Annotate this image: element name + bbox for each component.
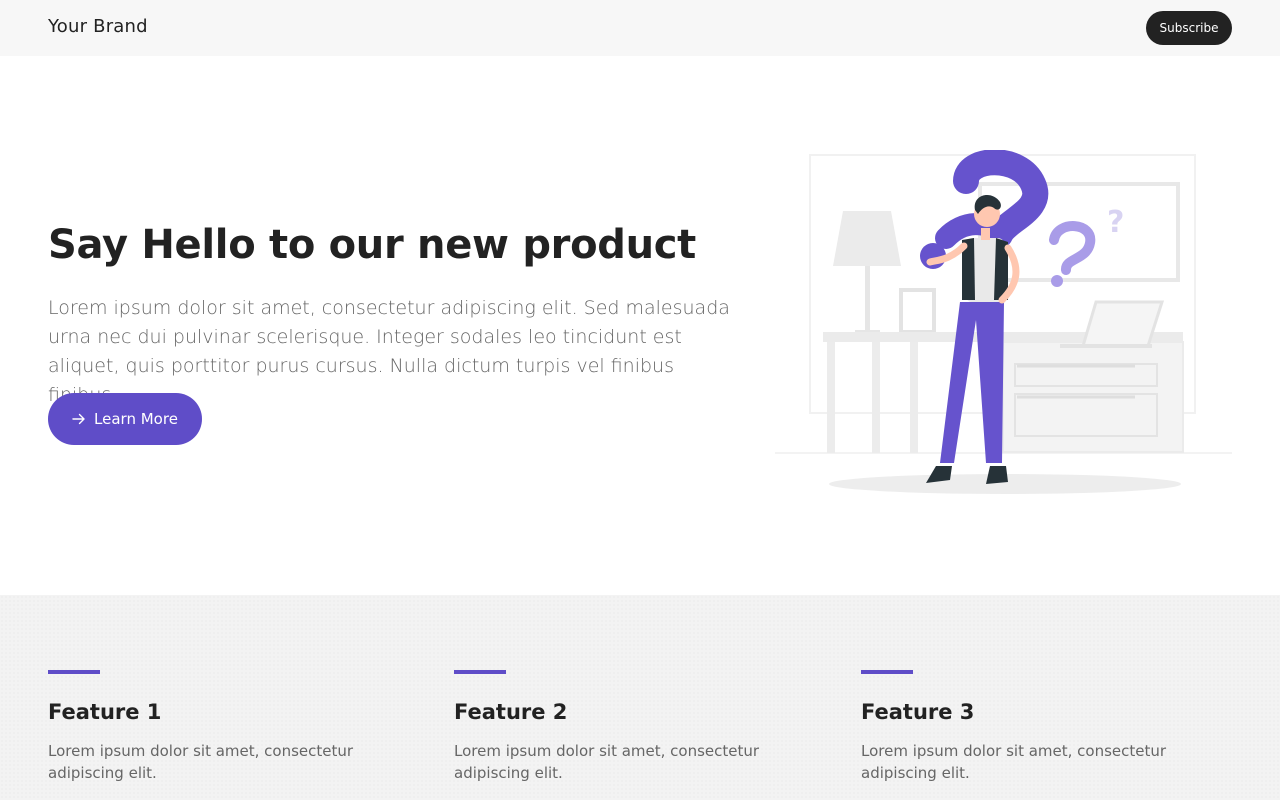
- features-section: Feature 1 Lorem ipsum dolor sit amet, co…: [0, 595, 1280, 800]
- svg-text:?: ?: [1107, 205, 1124, 240]
- feature-text: Lorem ipsum dolor sit amet, consectetur …: [861, 742, 1167, 782]
- feature-title: Feature 2: [454, 700, 568, 724]
- learn-more-button[interactable]: Learn More: [48, 393, 202, 445]
- brand-logo[interactable]: Your Brand: [48, 16, 148, 37]
- feature-text: Lorem ipsum dolor sit amet, consectetur …: [454, 742, 760, 782]
- top-nav: Your Brand Subscribe: [0, 0, 1280, 56]
- hero-title: Say Hello to our new product: [48, 222, 697, 268]
- hero-illustration: ?: [775, 150, 1232, 494]
- feature-accent-bar: [48, 670, 100, 674]
- feature-card: Feature 3 Lorem ipsum dolor sit amet, co…: [861, 670, 1231, 784]
- subscribe-button[interactable]: Subscribe: [1146, 11, 1232, 45]
- feature-text: Lorem ipsum dolor sit amet, consectetur …: [48, 742, 354, 782]
- feature-card: Feature 2 Lorem ipsum dolor sit amet, co…: [454, 670, 824, 784]
- feature-title: Feature 1: [48, 700, 162, 724]
- feature-accent-bar: [861, 670, 913, 674]
- feature-card: Feature 1 Lorem ipsum dolor sit amet, co…: [48, 670, 418, 784]
- feature-accent-bar: [454, 670, 506, 674]
- learn-more-label: Learn More: [94, 410, 178, 428]
- arrow-right-icon: [72, 413, 85, 425]
- feature-title: Feature 3: [861, 700, 975, 724]
